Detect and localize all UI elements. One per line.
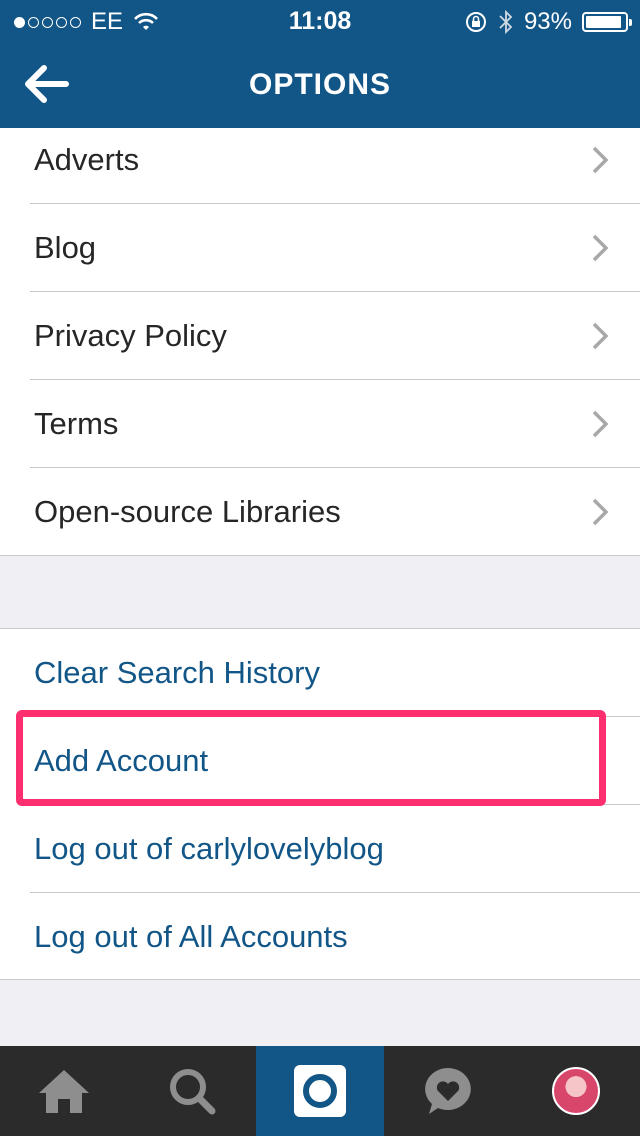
tab-camera[interactable] bbox=[256, 1046, 384, 1136]
status-bar: EE 11:08 93% bbox=[0, 0, 640, 40]
battery-level bbox=[586, 16, 622, 28]
activity-icon bbox=[425, 1068, 471, 1114]
info-links-section: Adverts Blog Privacy Policy Terms Open-s… bbox=[0, 128, 640, 556]
action-label: Log out of All Accounts bbox=[34, 919, 348, 954]
action-label: Clear Search History bbox=[34, 655, 320, 690]
tab-bar bbox=[0, 1046, 640, 1136]
account-actions-section: Clear Search History Add Account Log out… bbox=[0, 628, 640, 980]
clear-search-history-button[interactable]: Clear Search History bbox=[0, 629, 640, 717]
log-out-account-button[interactable]: Log out of carlylovelyblog bbox=[0, 805, 640, 893]
action-label: Log out of carlylovelyblog bbox=[34, 831, 384, 866]
list-item-label: Privacy Policy bbox=[34, 318, 227, 353]
rotation-lock-icon bbox=[465, 12, 486, 32]
chevron-right-icon bbox=[592, 146, 609, 174]
list-item-label: Terms bbox=[34, 406, 119, 441]
page-title: OPTIONS bbox=[248, 68, 391, 101]
list-item-open-source-libraries[interactable]: Open-source Libraries bbox=[0, 468, 640, 556]
battery-icon bbox=[582, 12, 632, 32]
bluetooth-icon bbox=[499, 9, 513, 35]
chevron-right-icon bbox=[592, 410, 609, 438]
chevron-right-icon bbox=[592, 322, 609, 350]
tab-profile[interactable] bbox=[512, 1046, 640, 1136]
chevron-right-icon bbox=[592, 234, 609, 262]
list-item-label: Adverts bbox=[34, 142, 140, 177]
battery-percent: 93% bbox=[523, 8, 572, 35]
search-icon bbox=[170, 1069, 216, 1115]
list-item-blog[interactable]: Blog bbox=[0, 204, 640, 292]
tab-search[interactable] bbox=[128, 1046, 256, 1136]
home-icon bbox=[39, 1070, 89, 1113]
list-item-label: Open-source Libraries bbox=[34, 494, 341, 529]
camera-icon bbox=[294, 1065, 346, 1117]
list-item-label: Blog bbox=[34, 230, 97, 265]
tab-activity[interactable] bbox=[384, 1046, 512, 1136]
add-account-button[interactable]: Add Account bbox=[0, 717, 640, 805]
navigation-bar: OPTIONS bbox=[0, 40, 640, 128]
action-label: Add Account bbox=[34, 743, 209, 778]
list-item-terms[interactable]: Terms bbox=[0, 380, 640, 468]
log-out-all-accounts-button[interactable]: Log out of All Accounts bbox=[0, 893, 640, 981]
avatar bbox=[552, 1067, 600, 1115]
tab-home[interactable] bbox=[0, 1046, 128, 1136]
list-item-privacy-policy[interactable]: Privacy Policy bbox=[0, 292, 640, 380]
chevron-right-icon bbox=[592, 498, 609, 526]
top-bar: EE 11:08 93% OPTIONS bbox=[0, 0, 640, 128]
